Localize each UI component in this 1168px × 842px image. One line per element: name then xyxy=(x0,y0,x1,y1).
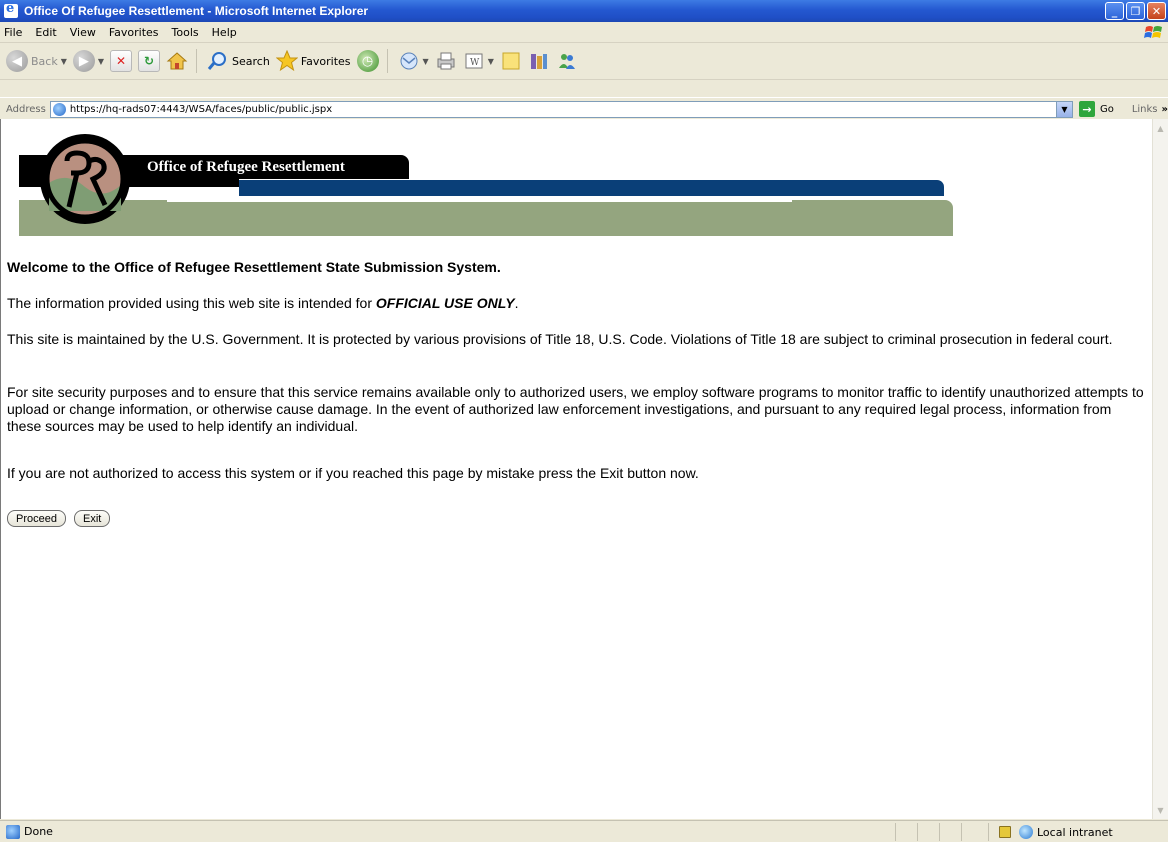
page-done-icon xyxy=(6,824,20,839)
status-pane xyxy=(917,823,939,841)
home-button[interactable] xyxy=(166,51,188,71)
windows-logo-icon xyxy=(1144,26,1162,38)
back-arrow-icon: ◀ xyxy=(6,50,28,72)
back-button[interactable]: ◀ Back ▼ xyxy=(6,50,67,72)
status-panes xyxy=(895,823,983,841)
research-button[interactable] xyxy=(528,51,550,71)
menu-help[interactable]: Help xyxy=(207,26,245,39)
go-button[interactable]: → Go xyxy=(1078,101,1114,117)
banner-title: Office of Refugee Resettlement xyxy=(147,159,345,175)
chevron-right-icon[interactable]: » xyxy=(1162,104,1168,115)
toolbar-separator xyxy=(386,49,388,73)
svg-text:W: W xyxy=(470,58,480,68)
favorites-star-icon xyxy=(275,50,298,72)
zone-label: Local intranet xyxy=(1037,825,1113,839)
mail-dropdown-icon[interactable]: ▼ xyxy=(423,57,429,66)
standard-toolbar: ◀ Back ▼ ▶ ▼ ✕ ↻ Search Favorites ◷ ▼ W … xyxy=(0,43,1168,80)
menu-edit[interactable]: Edit xyxy=(30,26,64,39)
orr-banner: Office of Refugee Resettlement xyxy=(19,127,953,237)
messenger-button[interactable] xyxy=(556,51,578,71)
forward-button[interactable]: ▶ ▼ xyxy=(72,50,104,72)
address-url[interactable]: https://hq-rads07:4443/WSA/faces/public/… xyxy=(70,104,332,115)
banner-green-band xyxy=(19,200,953,236)
close-button[interactable]: ✕ xyxy=(1147,2,1166,20)
messenger-icon xyxy=(558,54,575,69)
official-use-paragraph: The information provided using this web … xyxy=(7,295,1147,312)
official-use-suffix: . xyxy=(514,295,519,311)
note-icon xyxy=(502,52,520,70)
page-icon xyxy=(52,102,66,116)
government-notice-paragraph: This site is maintained by the U.S. Gove… xyxy=(7,331,1113,347)
favorites-button[interactable]: Favorites xyxy=(275,50,351,72)
status-pane xyxy=(961,823,983,841)
ie-app-icon[interactable] xyxy=(4,1,18,18)
intranet-globe-icon xyxy=(1019,825,1033,839)
back-dropdown-icon[interactable]: ▼ xyxy=(61,57,67,66)
search-label: Search xyxy=(232,54,270,68)
search-icon xyxy=(207,52,227,70)
mail-button[interactable]: ▼ xyxy=(398,51,429,71)
address-label: Address xyxy=(6,103,46,115)
status-pane xyxy=(895,823,917,841)
official-use-emphasis: OFFICIAL USE ONLY xyxy=(375,295,515,311)
go-arrow-icon: → xyxy=(1078,101,1095,117)
vertical-scrollbar[interactable]: ▲ ▼ xyxy=(1152,119,1168,819)
restore-button[interactable]: ❐ xyxy=(1126,2,1145,20)
proceed-button[interactable]: Proceed xyxy=(7,510,66,527)
status-pane xyxy=(939,823,961,841)
action-buttons: Proceed Exit xyxy=(7,510,111,527)
refresh-icon: ↻ xyxy=(138,50,161,72)
toolbar-separator xyxy=(196,49,198,73)
window-controls: _ ❐ ✕ xyxy=(1105,2,1166,20)
edit-dropdown-icon[interactable]: ▼ xyxy=(488,57,494,66)
orr-logo-icon xyxy=(40,134,130,224)
back-label: Back xyxy=(31,54,58,68)
page-content: Office of Refugee Resettlement Welcome t… xyxy=(0,119,1152,819)
banner-white-stripe xyxy=(167,198,792,202)
security-notice-paragraph: For site security purposes and to ensure… xyxy=(7,384,1144,434)
menu-view[interactable]: View xyxy=(65,26,104,39)
forward-arrow-icon: ▶ xyxy=(72,50,95,72)
menu-file[interactable]: File xyxy=(0,26,30,39)
research-books-icon xyxy=(530,54,547,69)
menu-tools[interactable]: Tools xyxy=(167,26,207,39)
status-text: Done xyxy=(24,825,53,838)
scroll-up-icon[interactable]: ▲ xyxy=(1154,121,1167,135)
exit-instruction-paragraph: If you are not authorized to access this… xyxy=(7,465,699,481)
official-use-prefix: The information provided using this web … xyxy=(7,295,376,311)
welcome-heading: Welcome to the Office of Refugee Resettl… xyxy=(7,259,501,275)
window-title-bar[interactable]: Office Of Refugee Resettlement - Microso… xyxy=(0,0,1168,22)
security-zone[interactable]: Local intranet xyxy=(988,823,1167,841)
mail-icon xyxy=(400,52,418,70)
banner-blue-band xyxy=(239,180,944,196)
window-title: Office Of Refugee Resettlement - Microso… xyxy=(24,4,369,18)
history-button[interactable]: ◷ xyxy=(356,50,379,72)
scroll-down-icon[interactable]: ▼ xyxy=(1154,803,1167,817)
print-button[interactable] xyxy=(435,51,457,71)
print-icon xyxy=(437,52,455,70)
favorites-label: Favorites xyxy=(300,54,351,68)
home-icon xyxy=(166,52,188,70)
word-edit-icon: W xyxy=(465,53,483,69)
stop-button[interactable]: ✕ xyxy=(110,50,133,72)
go-label: Go xyxy=(1099,103,1114,115)
forward-dropdown-icon[interactable]: ▼ xyxy=(98,57,104,66)
menu-bar: File Edit View Favorites Tools Help xyxy=(0,22,1168,43)
stop-icon: ✕ xyxy=(110,50,133,72)
lock-icon[interactable] xyxy=(999,826,1011,838)
minimize-button[interactable]: _ xyxy=(1105,2,1124,20)
discuss-button[interactable] xyxy=(500,51,522,71)
search-button[interactable]: Search xyxy=(207,51,270,71)
history-icon: ◷ xyxy=(356,50,379,72)
edit-button[interactable]: W ▼ xyxy=(463,51,494,71)
refresh-button[interactable]: ↻ xyxy=(138,50,161,72)
address-dropdown-icon[interactable]: ▼ xyxy=(1055,101,1072,117)
links-button[interactable]: Links xyxy=(1132,104,1158,115)
exit-button[interactable]: Exit xyxy=(73,510,111,527)
menu-favorites[interactable]: Favorites xyxy=(104,26,167,39)
status-bar: Done Local intranet xyxy=(0,820,1168,842)
address-bar: Address https://hq-rads07:4443/WSA/faces… xyxy=(0,97,1168,121)
address-input[interactable]: https://hq-rads07:4443/WSA/faces/public/… xyxy=(49,100,1073,118)
